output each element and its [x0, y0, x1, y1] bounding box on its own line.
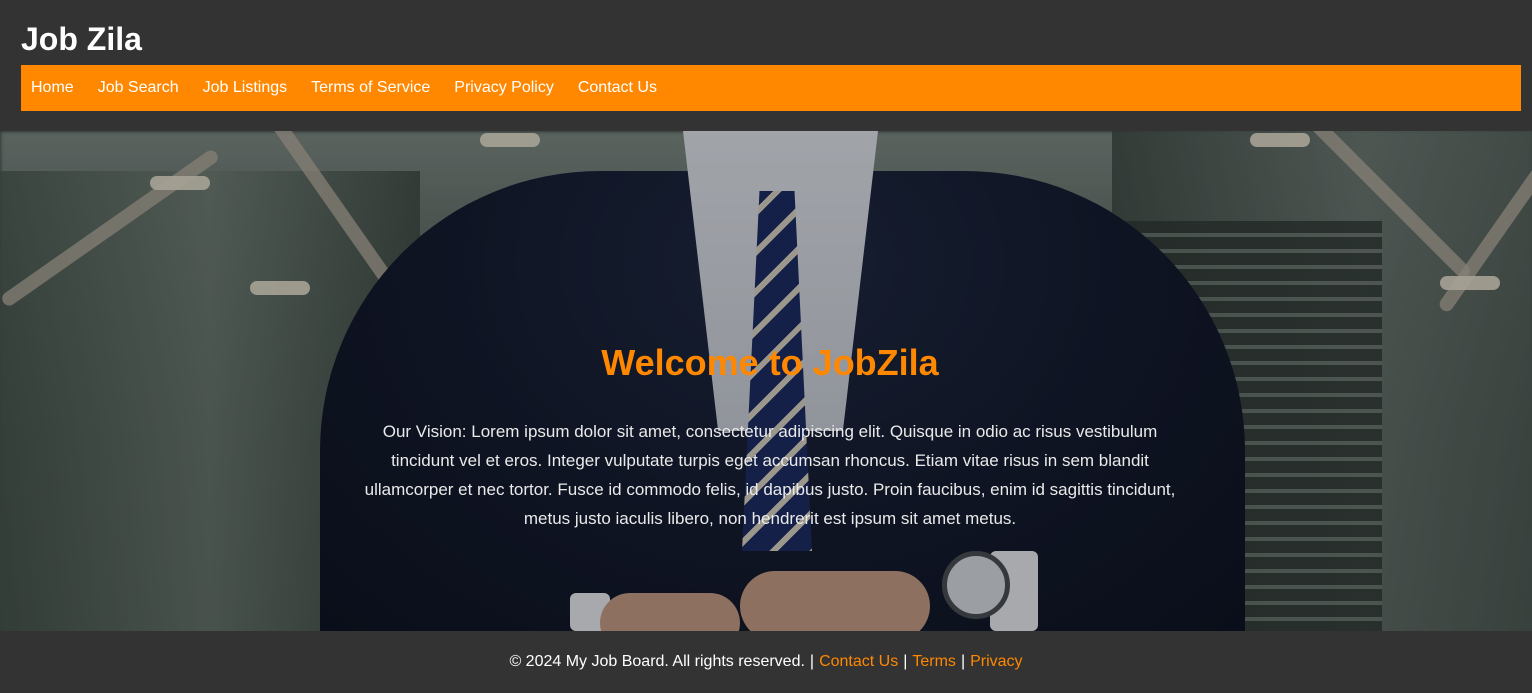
footer-separator: | — [960, 653, 966, 670]
footer-separator: | — [809, 653, 815, 670]
nav-link-privacy-policy[interactable]: Privacy Policy — [454, 78, 554, 98]
nav-link-terms-of-service[interactable]: Terms of Service — [311, 78, 430, 98]
nav-link-job-listings[interactable]: Job Listings — [203, 78, 288, 98]
site-header: Job Zila Home Job Search Job Listings Te… — [0, 0, 1532, 131]
footer-separator: | — [903, 653, 908, 670]
footer-link-privacy[interactable]: Privacy — [970, 653, 1022, 671]
footer-copyright: © 2024 My Job Board. All rights reserved… — [509, 653, 805, 670]
nav-link-contact-us[interactable]: Contact Us — [578, 78, 657, 98]
nav-link-home[interactable]: Home — [31, 78, 74, 98]
hero-vision-text: Our Vision: Lorem ipsum dolor sit amet, … — [364, 422, 1176, 528]
site-footer: © 2024 My Job Board. All rights reserved… — [0, 631, 1532, 693]
hero-title: Welcome to JobZila — [601, 342, 939, 383]
hero-section: Welcome to JobZila Our Vision: Lorem ips… — [0, 131, 1532, 631]
footer-link-terms[interactable]: Terms — [912, 653, 956, 671]
footer-link-contact-us[interactable]: Contact Us — [819, 653, 898, 671]
nav-link-job-search[interactable]: Job Search — [98, 78, 179, 98]
main-nav: Home Job Search Job Listings Terms of Se… — [21, 65, 1521, 111]
site-brand[interactable]: Job Zila — [21, 19, 142, 59]
hero-content: Welcome to JobZila Our Vision: Lorem ips… — [360, 339, 1180, 533]
